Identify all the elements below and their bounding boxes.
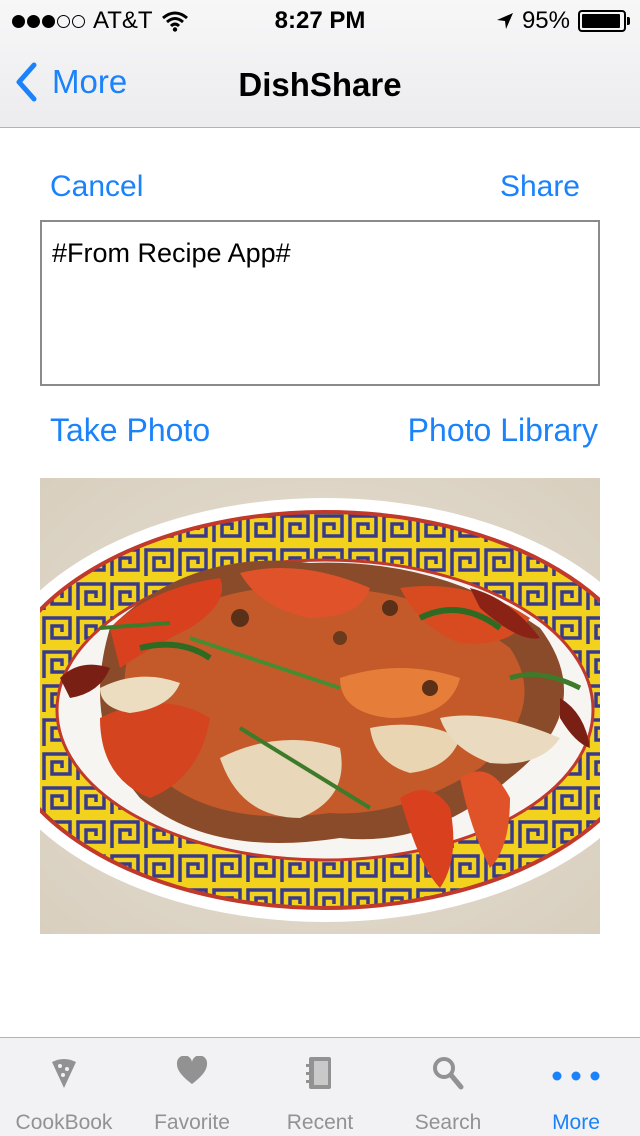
notebook-icon [306, 1057, 331, 1089]
tab-recent-label: Recent [286, 1111, 354, 1134]
tab-search-label: Search [414, 1111, 482, 1134]
tab-more-label: More [552, 1111, 600, 1134]
tab-favorite-label: Favorite [154, 1111, 230, 1134]
battery-icon [578, 10, 630, 32]
navigation-bar: More DishShare [0, 40, 640, 128]
search-icon [433, 1057, 464, 1090]
tab-favorite[interactable]: Favorite [128, 1038, 256, 1136]
cancel-button[interactable]: Cancel [50, 170, 143, 204]
tab-cookbook[interactable]: CookBook [0, 1038, 128, 1136]
tab-bar: CookBook Favorite Recent Search More [0, 1037, 640, 1136]
top-bar: AT&T 8:27 PM 95% More DishShare [0, 0, 640, 128]
location-arrow-icon [496, 13, 513, 29]
share-text-field[interactable]: #From Recipe App# [40, 220, 600, 386]
take-photo-button[interactable]: Take Photo [50, 412, 210, 449]
share-button[interactable]: Share [500, 170, 580, 204]
tab-more[interactable]: More [512, 1038, 640, 1136]
dish-photo [40, 478, 600, 934]
cookbook-icon [52, 1059, 76, 1088]
status-bar: AT&T 8:27 PM 95% [0, 0, 640, 40]
heart-icon [176, 1056, 208, 1084]
photo-library-button[interactable]: Photo Library [408, 412, 598, 449]
tab-search[interactable]: Search [384, 1038, 512, 1136]
battery-percent: 95% [521, 7, 570, 34]
tab-cookbook-label: CookBook [15, 1111, 113, 1134]
tab-recent[interactable]: Recent [256, 1038, 384, 1136]
page-title: DishShare [238, 66, 402, 103]
more-dots-icon [552, 1071, 600, 1081]
